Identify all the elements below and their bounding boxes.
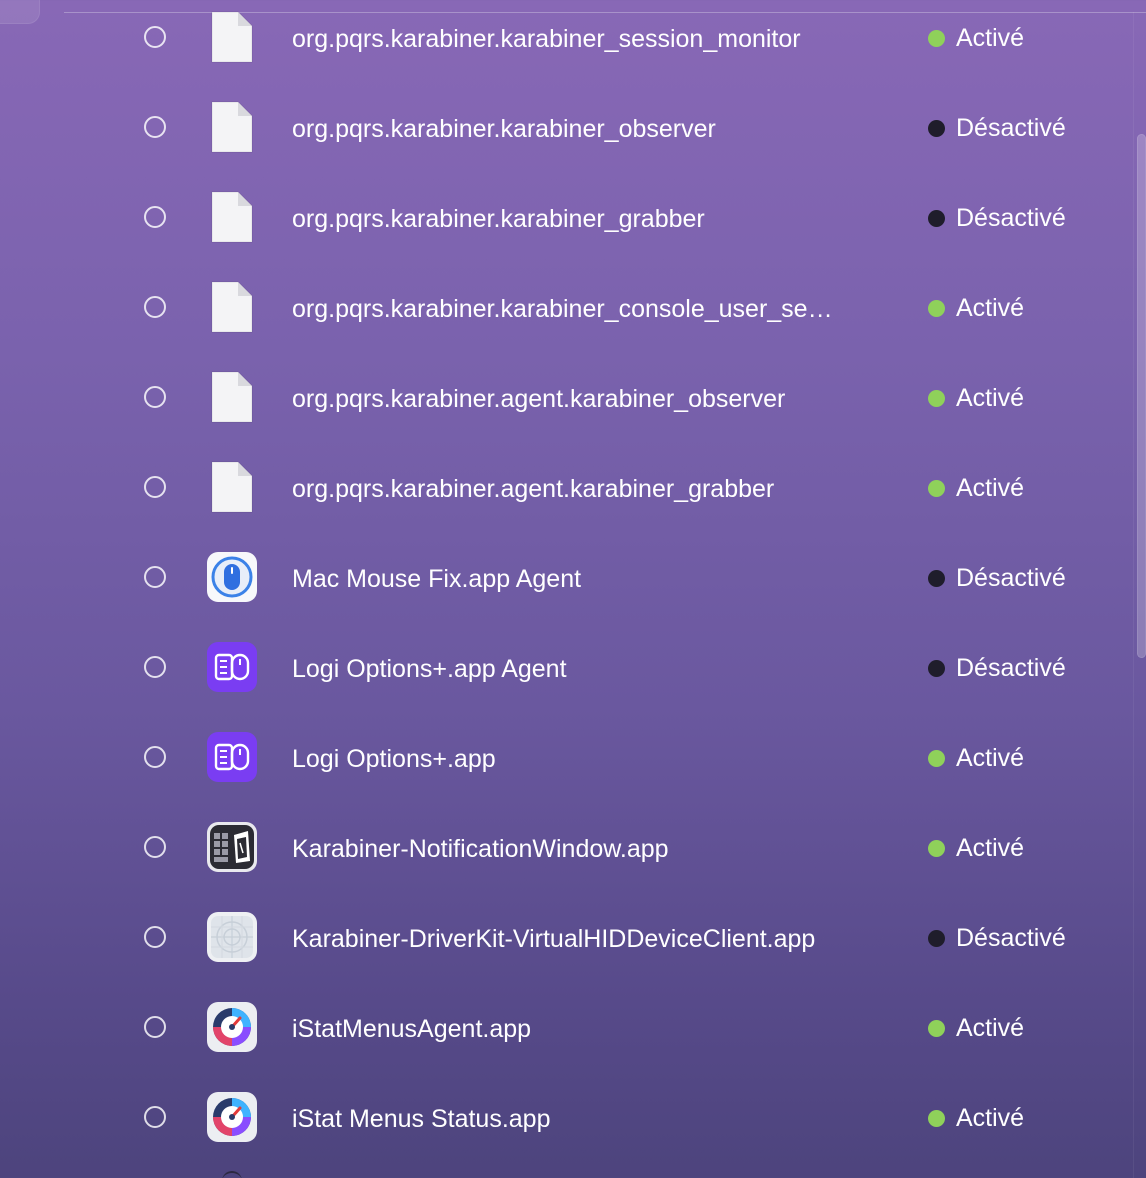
document-icon [206, 281, 258, 333]
item-label: iStatMenusAgent.app [292, 1015, 532, 1043]
karabiner-icon [206, 821, 258, 873]
status-text: Désactivé [956, 653, 1066, 682]
select-radio-button[interactable] [144, 656, 166, 678]
list-edge [1133, 12, 1134, 1178]
status-dot-enabled [928, 839, 945, 857]
select-radio-button[interactable] [144, 206, 166, 228]
select-radio-button[interactable] [144, 1106, 166, 1128]
list-item[interactable]: Logi Options+.app Activé [0, 722, 1130, 812]
status-text: Désactivé [956, 113, 1066, 142]
driverkit-icon [206, 911, 258, 963]
item-label: org.pqrs.karabiner.karabiner_observer [292, 115, 716, 143]
status-dot-enabled [928, 29, 945, 47]
status-indicator: Activé [928, 382, 1024, 414]
status-text: Activé [956, 23, 1025, 52]
document-icon [206, 191, 258, 243]
mac-mouse-fix-icon [206, 551, 258, 603]
status-text: Désactivé [956, 923, 1066, 952]
status-dot-disabled [928, 209, 945, 227]
item-label: Logi Options+.app [292, 745, 496, 773]
item-label: org.pqrs.karabiner.karabiner_grabber [292, 205, 705, 233]
status-indicator: Activé [928, 472, 1024, 504]
item-label: org.pqrs.karabiner.karabiner_session_mon… [292, 25, 801, 53]
status-dot-disabled [928, 569, 945, 587]
istat-menus-icon [206, 1001, 258, 1053]
document-icon [206, 101, 258, 153]
item-label: iStat Menus Status.app [292, 1105, 551, 1133]
list-item[interactable]: Logi Options+.app Agent Désactivé [0, 632, 1130, 722]
status-text: Activé [956, 1013, 1025, 1042]
select-radio-button[interactable] [144, 26, 166, 48]
list-item[interactable]: Karabiner-DriverKit-VirtualHIDDeviceClie… [0, 902, 1130, 992]
status-indicator: Activé [928, 22, 1024, 54]
status-text: Activé [956, 383, 1025, 412]
status-text: Activé [956, 473, 1025, 502]
status-indicator: Activé [928, 1102, 1024, 1134]
status-dot-enabled [928, 749, 945, 767]
item-label: Karabiner-NotificationWindow.app [292, 835, 669, 863]
item-label: org.pqrs.karabiner.agent.karabiner_obser… [292, 385, 786, 413]
select-radio-button[interactable] [144, 296, 166, 318]
select-radio-button[interactable] [144, 116, 166, 138]
status-text: Désactivé [956, 203, 1066, 232]
next-item-icon-peek [222, 1171, 242, 1178]
status-indicator: Désactivé [928, 562, 1066, 594]
list-item[interactable]: org.pqrs.karabiner.karabiner_observer Dés… [0, 92, 1130, 182]
status-text: Activé [956, 1103, 1025, 1132]
list-item[interactable]: Karabiner-NotificationWindow.app Activé [0, 812, 1130, 902]
status-indicator: Activé [928, 1012, 1024, 1044]
status-indicator: Activé [928, 292, 1024, 324]
document-icon [206, 371, 258, 423]
document-icon [206, 11, 258, 63]
status-dot-enabled [928, 1019, 945, 1037]
item-label: org.pqrs.karabiner.agent.karabiner_grabb… [292, 475, 775, 503]
list-item[interactable]: Mac Mouse Fix.app Agent Désactivé [0, 542, 1130, 632]
status-indicator: Désactivé [928, 112, 1066, 144]
status-indicator: Activé [928, 832, 1024, 864]
status-dot-disabled [928, 659, 945, 677]
logi-options-icon [206, 641, 258, 693]
select-radio-button[interactable] [144, 926, 166, 948]
select-radio-button[interactable] [144, 746, 166, 768]
item-label: org.pqrs.karabiner.karabiner_console_use… [292, 295, 833, 323]
list-item[interactable]: org.pqrs.karabiner.agent.karabiner_grabb… [0, 452, 1130, 542]
status-indicator: Désactivé [928, 652, 1066, 684]
document-icon [206, 461, 258, 513]
list-item[interactable]: iStat Menus Status.app Activé [0, 1082, 1130, 1172]
istat-menus-icon [206, 1091, 258, 1143]
select-radio-button[interactable] [144, 1016, 166, 1038]
list-item[interactable]: org.pqrs.karabiner.karabiner_session_mon… [0, 2, 1130, 92]
status-dot-enabled [928, 389, 945, 407]
select-radio-button[interactable] [144, 566, 166, 588]
status-text: Activé [956, 833, 1025, 862]
status-dot-enabled [928, 1109, 945, 1127]
item-label: Karabiner-DriverKit-VirtualHIDDeviceClie… [292, 925, 816, 953]
status-indicator: Désactivé [928, 922, 1066, 954]
status-text: Activé [956, 293, 1025, 322]
status-text: Activé [956, 743, 1025, 772]
list-item[interactable]: org.pqrs.karabiner.agent.karabiner_obser… [0, 362, 1130, 452]
list-item[interactable]: org.pqrs.karabiner.karabiner_console_use… [0, 272, 1130, 362]
status-dot-disabled [928, 119, 945, 137]
item-label: Mac Mouse Fix.app Agent [292, 565, 582, 593]
select-radio-button[interactable] [144, 476, 166, 498]
select-radio-button[interactable] [144, 386, 166, 408]
list-item[interactable]: org.pqrs.karabiner.karabiner_grabber Désa… [0, 182, 1130, 272]
list-item[interactable]: iStatMenusAgent.app Activé [0, 992, 1130, 1082]
status-text: Désactivé [956, 563, 1066, 592]
status-dot-enabled [928, 479, 945, 497]
logi-options-icon [206, 731, 258, 783]
status-indicator: Désactivé [928, 202, 1066, 234]
item-label: Logi Options+.app Agent [292, 655, 567, 683]
status-dot-enabled [928, 299, 945, 317]
status-indicator: Activé [928, 742, 1024, 774]
select-radio-button[interactable] [144, 836, 166, 858]
status-dot-disabled [928, 929, 945, 947]
scrollbar-thumb[interactable] [1137, 134, 1146, 658]
